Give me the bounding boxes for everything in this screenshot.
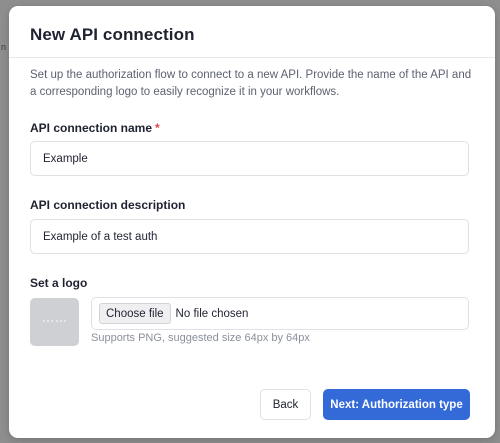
- background-text-fragment: n: [1, 42, 7, 52]
- dialog-title: New API connection: [30, 25, 195, 44]
- logo-hint-text: Supports PNG, suggested size 64px by 64p…: [91, 332, 310, 344]
- api-name-label: API connection name *: [30, 121, 160, 135]
- header-divider: [9, 57, 495, 58]
- back-button[interactable]: Back: [260, 389, 311, 420]
- next-authorization-type-button[interactable]: Next: Authorization type: [323, 389, 470, 420]
- choose-file-button[interactable]: Choose file: [99, 303, 171, 324]
- logo-preview-placeholder: [30, 298, 79, 346]
- api-description-label: API connection description: [30, 198, 186, 212]
- required-marker: *: [155, 121, 160, 135]
- api-name-label-text: API connection name: [30, 121, 153, 135]
- new-api-connection-dialog: New API connection Set up the authorizat…: [9, 6, 495, 438]
- api-name-input[interactable]: [30, 141, 469, 176]
- api-description-input[interactable]: [30, 219, 469, 254]
- image-placeholder-icon: [43, 318, 66, 324]
- file-status-text: No file chosen: [175, 307, 249, 320]
- logo-file-input[interactable]: Choose file No file chosen: [91, 297, 469, 330]
- logo-label: Set a logo: [30, 276, 88, 290]
- dialog-description: Set up the authorization flow to connect…: [30, 69, 472, 98]
